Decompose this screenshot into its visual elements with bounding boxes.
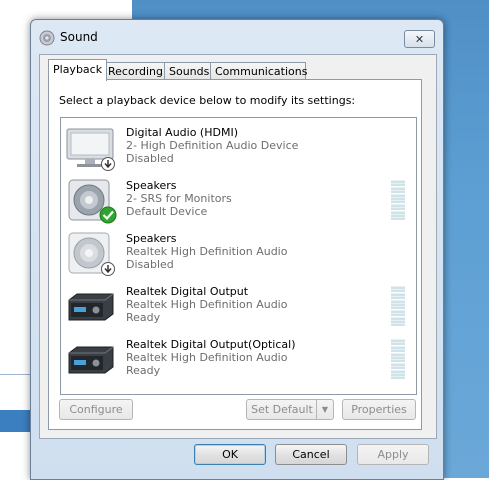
dialog-client-area: Playback Recording Sounds Communications… xyxy=(39,54,437,439)
playback-panel: Select a playback device below to modify… xyxy=(48,79,422,430)
volume-meter xyxy=(391,286,405,327)
properties-button[interactable]: Properties xyxy=(342,399,416,420)
speaker-icon xyxy=(39,30,55,46)
window-title: Sound xyxy=(60,30,98,44)
receiver-icon xyxy=(68,293,114,321)
sound-dialog: Sound ✕ Playback Recording Sounds Commun… xyxy=(30,19,444,480)
default-check-badge xyxy=(99,206,117,224)
apply-button[interactable]: Apply xyxy=(357,444,429,465)
device-name: Digital Audio (HDMI) xyxy=(126,126,238,139)
device-list[interactable]: Digital Audio (HDMI) 2- High Definition … xyxy=(60,117,417,395)
tab-recording[interactable]: Recording xyxy=(103,62,166,80)
background-selection-bar xyxy=(0,410,30,432)
monitor-icon xyxy=(66,128,115,171)
configure-button[interactable]: Configure xyxy=(59,399,133,420)
speaker-icon xyxy=(68,232,115,276)
device-status: Disabled xyxy=(126,258,174,271)
volume-meter xyxy=(391,180,405,221)
tab-playback[interactable]: Playback xyxy=(48,59,107,81)
device-status: Default Device xyxy=(126,205,208,218)
device-name: Realtek Digital Output xyxy=(126,285,249,298)
device-description: Realtek High Definition Audio xyxy=(126,245,288,258)
background-divider xyxy=(0,374,30,375)
close-icon: ✕ xyxy=(414,32,425,46)
speaker-icon xyxy=(68,179,117,224)
meter-segment xyxy=(391,376,405,380)
device-name: Speakers xyxy=(126,179,177,192)
device-status: Ready xyxy=(126,311,161,324)
disabled-arrow-badge xyxy=(101,157,115,171)
chevron-down-icon[interactable]: ▼ xyxy=(316,400,333,419)
tab-communications[interactable]: Communications xyxy=(210,62,307,80)
device-status: Disabled xyxy=(126,152,174,165)
cancel-button[interactable]: Cancel xyxy=(275,444,347,465)
tab-sounds[interactable]: Sounds xyxy=(164,62,214,80)
ok-button[interactable]: OK xyxy=(194,444,266,465)
device-description: Realtek High Definition Audio xyxy=(126,298,288,311)
device-name: Realtek Digital Output(Optical) xyxy=(126,338,296,351)
meter-segment xyxy=(391,217,405,221)
volume-meter xyxy=(391,339,405,380)
disabled-arrow-badge xyxy=(101,262,115,276)
device-status: Ready xyxy=(126,364,161,377)
device-item[interactable]: Realtek Digital Output Realtek High Defi… xyxy=(61,280,416,333)
meter-segment xyxy=(391,323,405,327)
instruction-text: Select a playback device below to modify… xyxy=(59,94,356,107)
device-item[interactable]: Digital Audio (HDMI) 2- High Definition … xyxy=(61,121,416,174)
device-item[interactable]: Speakers Realtek High Definition Audio D… xyxy=(61,227,416,280)
device-description: 2- SRS for Monitors xyxy=(126,192,232,205)
receiver-icon xyxy=(68,346,114,374)
device-item[interactable]: Realtek Digital Output(Optical) Realtek … xyxy=(61,333,416,386)
close-button[interactable]: ✕ xyxy=(404,30,435,48)
device-description: 2- High Definition Audio Device xyxy=(126,139,299,152)
device-description: Realtek High Definition Audio xyxy=(126,351,288,364)
title-bar[interactable]: Sound ✕ xyxy=(31,20,443,54)
set-default-button[interactable]: Set Default ▼ xyxy=(246,399,334,420)
device-item[interactable]: Speakers 2- SRS for Monitors Default Dev… xyxy=(61,174,416,227)
device-name: Speakers xyxy=(126,232,177,245)
